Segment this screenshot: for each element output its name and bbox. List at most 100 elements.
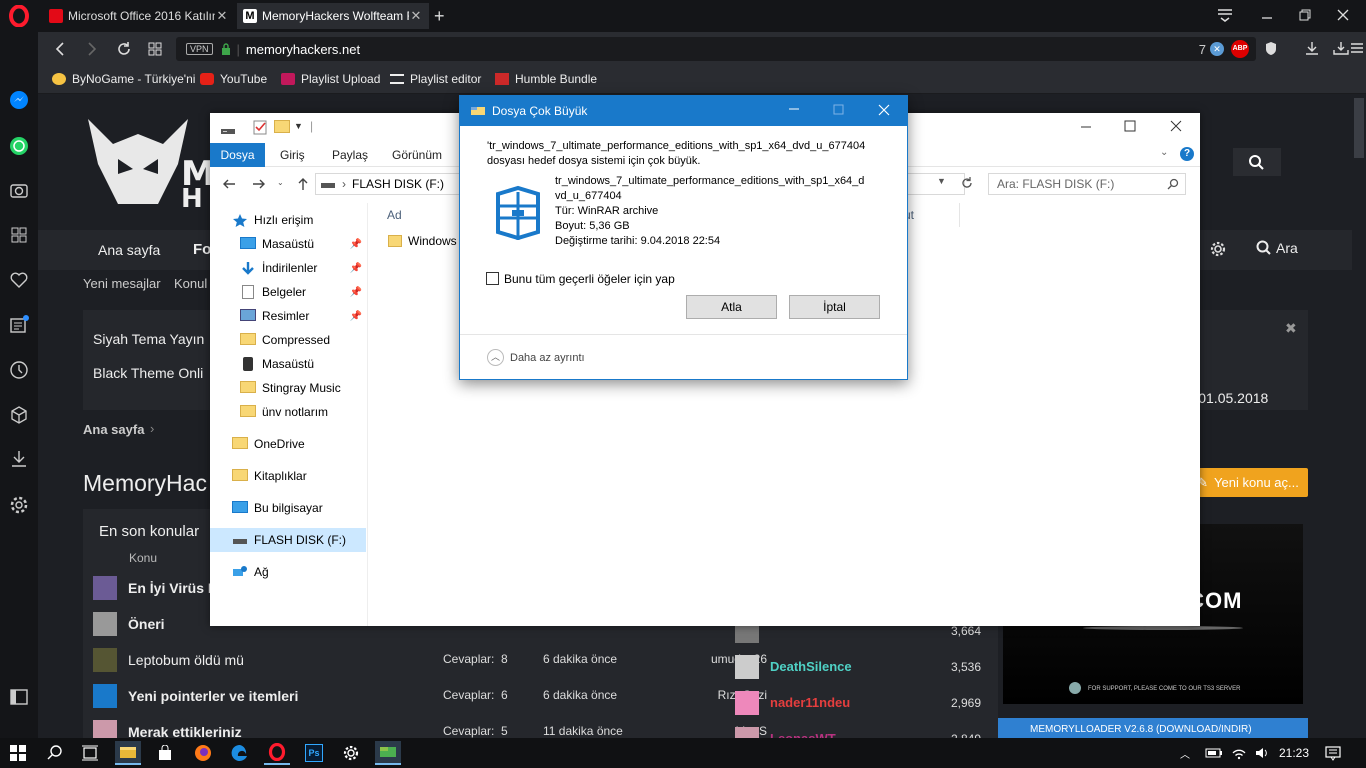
history-icon[interactable] (9, 360, 29, 380)
photoshop-icon[interactable]: Ps (301, 741, 327, 765)
copy-progress-taskbar-icon[interactable] (375, 741, 401, 765)
apply-all-checkbox[interactable] (486, 272, 499, 285)
new-thread-button[interactable]: ✎ Yeni konu aç... (1188, 468, 1308, 497)
nav-item[interactable]: Belgeler 📌 (210, 280, 366, 304)
memoryhackers-logo[interactable] (83, 114, 193, 214)
page-scrollbar[interactable] (1352, 94, 1366, 738)
tab-office[interactable]: Microsoft Office 2016 Katılım ✕ (43, 3, 235, 29)
nav-item[interactable]: Hızlı erişim (210, 208, 366, 232)
restore-icon[interactable] (1298, 8, 1312, 22)
avatar[interactable] (93, 612, 117, 636)
nav-item[interactable]: Compressed (210, 328, 366, 352)
pin-icon[interactable]: 📌 (350, 287, 362, 298)
snapshot-icon[interactable] (1333, 41, 1349, 56)
ribbon-tab-view[interactable]: Görünüm (382, 143, 452, 167)
tab-memoryhackers[interactable]: M MemoryHackers Wolfteam F ✕ (237, 3, 429, 29)
nav-item[interactable]: Kitaplıklar (210, 464, 366, 488)
properties-icon[interactable] (252, 119, 268, 135)
edge-icon[interactable] (227, 741, 253, 765)
messenger-icon[interactable] (9, 90, 29, 110)
nav-item[interactable]: Ağ (210, 560, 366, 584)
file-explorer-taskbar-icon[interactable] (115, 741, 141, 765)
subnav-threads[interactable]: Konul (174, 276, 207, 291)
bookmark-humble-bundle[interactable]: Humble Bundle (495, 72, 597, 86)
downloads-sidebar-icon[interactable] (9, 449, 29, 469)
ribbon-tab-file[interactable]: Dosya (210, 143, 265, 167)
member-name[interactable]: LeonasWT (770, 731, 836, 738)
bookmark-playlist-editor[interactable]: Playlist editor (390, 72, 481, 86)
bookmark-youtube[interactable]: YouTube (200, 72, 267, 86)
tracker-blocker-icon[interactable]: ✕ (1210, 42, 1224, 56)
wifi-icon[interactable] (1231, 746, 1247, 760)
explorer-maximize-icon[interactable] (1124, 120, 1136, 132)
adblock-plus-icon[interactable]: ABP (1231, 40, 1249, 58)
thread-title[interactable]: En İyi Virüs P (128, 580, 217, 596)
nav-item[interactable]: İndirilenler 📌 (210, 256, 366, 280)
nav-item[interactable]: Masaüstü 📌 (210, 232, 366, 256)
tab-menu-icon[interactable] (1217, 8, 1233, 22)
vpn-badge[interactable]: VPN (186, 43, 213, 55)
scrollbar-thumb[interactable] (1354, 98, 1364, 158)
skip-button[interactable]: Atla (686, 295, 777, 319)
explorer-forward-icon[interactable] (252, 177, 266, 191)
avatar[interactable] (735, 655, 759, 679)
extensions-cube-icon[interactable] (9, 405, 29, 425)
member-name[interactable]: DeathSilence (770, 659, 852, 674)
file-item-windows[interactable]: Windows (388, 234, 457, 248)
thread-title[interactable]: Öneri (128, 616, 165, 632)
search-icon[interactable] (42, 741, 68, 765)
easy-setup-icon[interactable] (1350, 41, 1364, 55)
opera-taskbar-icon[interactable] (264, 741, 290, 765)
breadcrumb[interactable]: Ana sayfa (83, 422, 144, 437)
explorer-back-icon[interactable] (222, 177, 236, 191)
pin-icon[interactable]: 📌 (350, 239, 362, 250)
ribbon-tab-home[interactable]: Giriş (270, 143, 315, 167)
settings-gear-icon[interactable] (9, 495, 29, 515)
member-row[interactable]: DeathSilence 3,536 (735, 650, 985, 684)
windows-start-icon[interactable] (5, 741, 31, 765)
dialog-minimize-icon[interactable] (788, 103, 800, 115)
action-center-icon[interactable] (1325, 745, 1341, 761)
nav-item[interactable]: Masaüstü (210, 352, 366, 376)
heart-icon[interactable] (9, 270, 29, 290)
download-icon[interactable] (1305, 41, 1319, 56)
clock[interactable]: 21:23 (1279, 746, 1309, 760)
whatsapp-icon[interactable] (9, 136, 29, 156)
sidebar-toggle-icon[interactable] (9, 687, 29, 707)
member-name[interactable]: nader11ndeu (770, 695, 850, 710)
member-row[interactable]: nader11ndeu 2,969 (735, 686, 985, 720)
nav-item[interactable]: Stingray Music (210, 376, 366, 400)
nav-item[interactable]: Resimler 📌 (210, 304, 366, 328)
pin-icon[interactable]: 📌 (350, 263, 362, 274)
dialog-close-icon[interactable] (878, 104, 890, 116)
avatar[interactable] (93, 684, 117, 708)
store-icon[interactable] (152, 741, 178, 765)
path-dropdown-icon[interactable]: ▼ (937, 176, 946, 186)
ribbon-expand-icon[interactable]: ⌄ (1160, 147, 1168, 158)
cancel-button[interactable]: İptal (789, 295, 880, 319)
forward-icon[interactable] (86, 42, 98, 56)
up-folder-icon[interactable] (296, 177, 310, 191)
thread-title[interactable]: Yeni pointerler ve itemleri (128, 688, 298, 704)
settings-nav-icon[interactable] (1210, 241, 1226, 257)
nav-home[interactable]: Ana sayfa (98, 242, 160, 258)
avatar[interactable] (735, 691, 759, 715)
avatar[interactable] (93, 648, 117, 672)
thread-title[interactable]: Leptobum öldü mü (128, 652, 244, 668)
bookmark-bynogame[interactable]: ByNoGame - Türkiye'ni (52, 72, 195, 86)
help-icon[interactable]: ? (1180, 147, 1194, 161)
nav-item[interactable]: OneDrive (210, 432, 366, 456)
firefox-icon[interactable] (190, 741, 216, 765)
task-view-icon[interactable] (77, 741, 103, 765)
explorer-minimize-icon[interactable] (1080, 121, 1092, 133)
speed-dial-sidebar-icon[interactable] (9, 225, 29, 245)
opera-logo-icon[interactable] (0, 0, 38, 32)
avatar[interactable] (93, 720, 117, 738)
battery-icon[interactable] (1205, 747, 1223, 759)
shield-icon[interactable] (1265, 41, 1277, 56)
minimize-icon[interactable] (1260, 8, 1274, 22)
nav-item[interactable]: FLASH DISK (F:) (210, 528, 366, 552)
subnav-new-messages[interactable]: Yeni mesajlar (83, 276, 161, 291)
header-search-button[interactable] (1233, 148, 1281, 176)
settings-taskbar-icon[interactable] (338, 741, 364, 765)
